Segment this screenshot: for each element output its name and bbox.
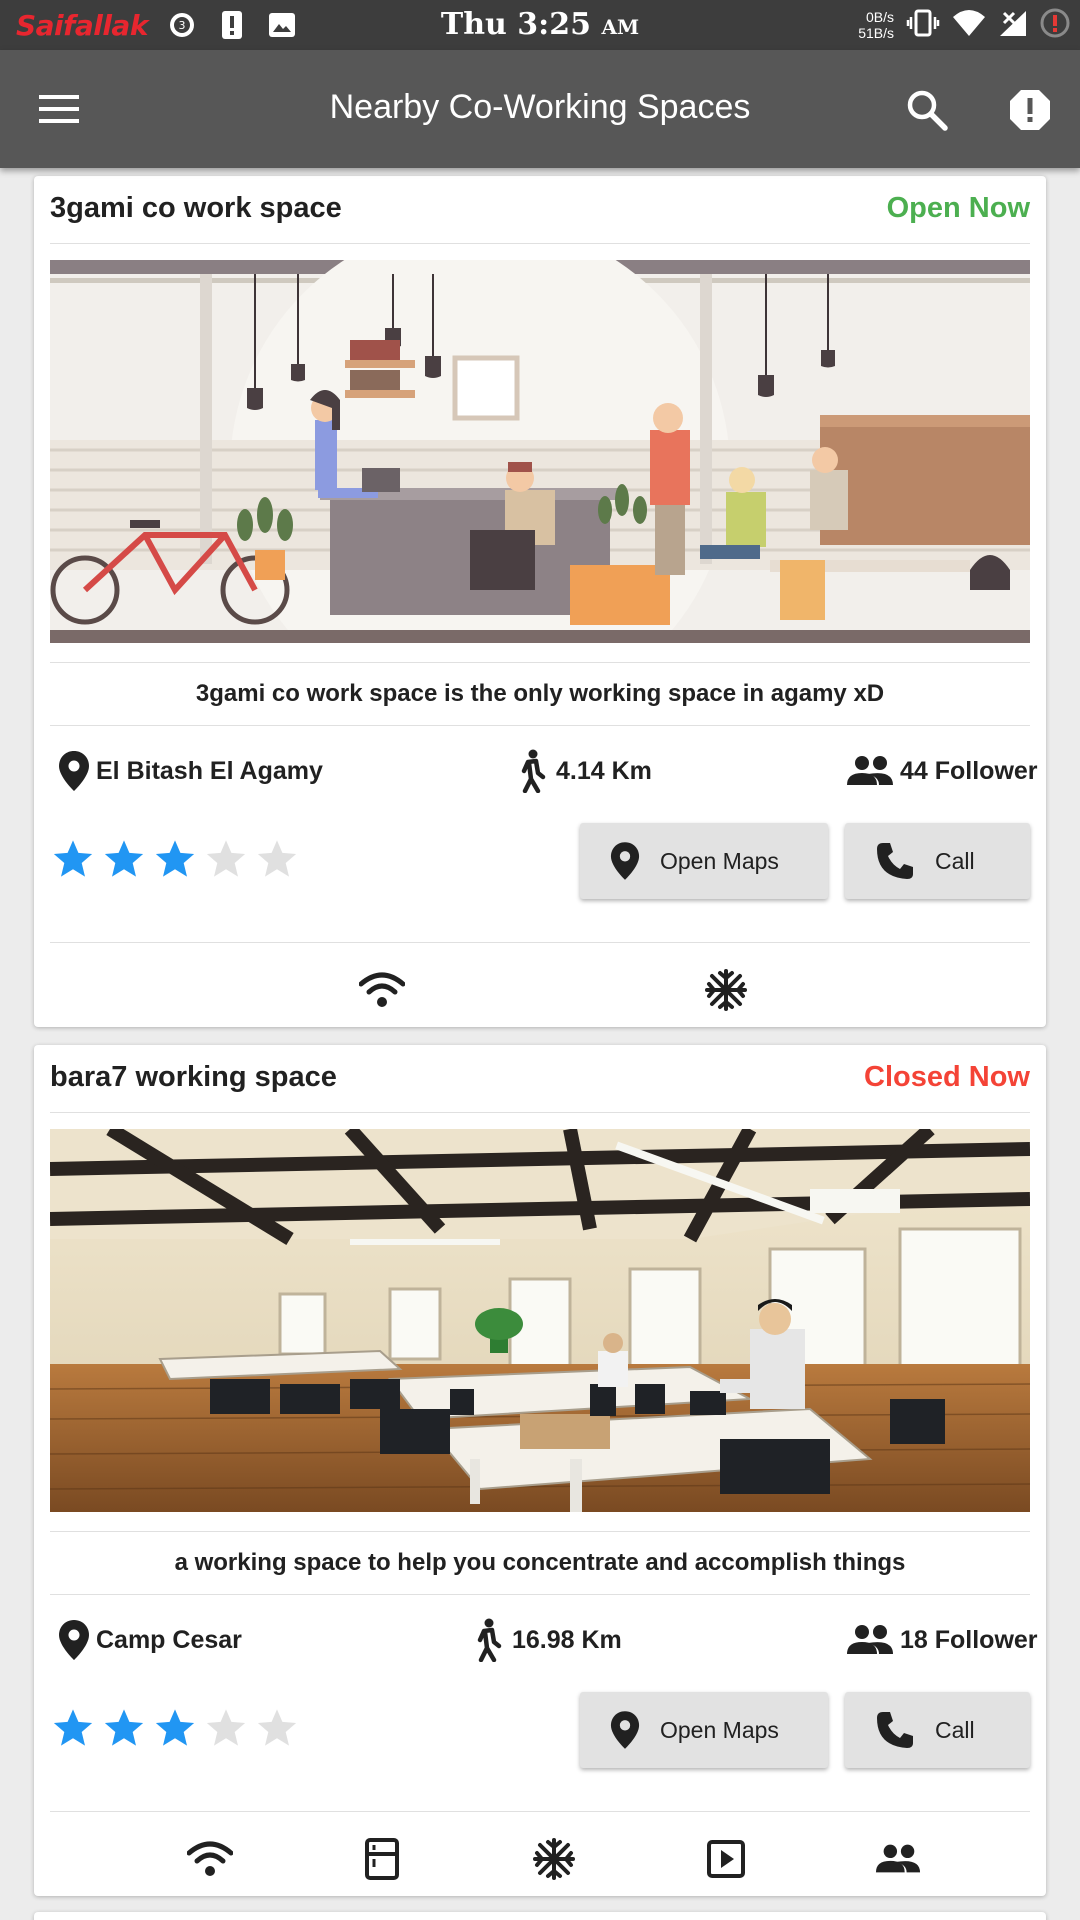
air-conditioning-icon [703, 967, 749, 1013]
amenities-row [50, 942, 1030, 1027]
location-text: El Bitash El Agamy [96, 756, 323, 785]
network-speed: 0B/s 51B/s [858, 9, 894, 41]
air-conditioning-icon [531, 1836, 577, 1882]
distance-text: 16.98 Km [512, 1625, 622, 1654]
chat-notification-icon: 3 [166, 9, 198, 41]
search-icon[interactable] [905, 88, 949, 132]
walking-icon [477, 1618, 502, 1662]
followers-text: 18 Follower [900, 1625, 1038, 1654]
wifi-icon [359, 967, 405, 1013]
star-empty-icon [257, 1709, 297, 1746]
space-card[interactable]: bara7 working space Closed Now a working… [34, 1045, 1046, 1896]
location-pin-icon [59, 751, 89, 791]
image-notification-icon [266, 9, 298, 41]
followers-icon [847, 756, 893, 785]
star-filled-icon [53, 840, 93, 877]
battery-alert-icon [1040, 8, 1070, 43]
call-button[interactable]: Call [845, 823, 1030, 899]
call-label: Call [935, 1716, 975, 1743]
space-image [50, 1129, 1030, 1512]
notif-count: 3 [178, 19, 185, 32]
space-card[interactable]: 3gami co work space Open Now 3gami co wo… [34, 176, 1046, 1027]
call-label: Call [935, 847, 975, 874]
followers-info: 18 Follower [846, 1615, 1038, 1665]
distance-text: 4.14 Km [556, 756, 652, 785]
open-maps-button[interactable]: Open Maps [580, 1692, 828, 1768]
cell-signal-icon [998, 9, 1028, 42]
space-name: 3gami co work space [50, 192, 342, 224]
space-description: 3gami co work space is the only working … [195, 680, 885, 707]
star-filled-icon [104, 1709, 144, 1746]
status-bar: Saifallak 3 Thu 3:25 AM 0B/s 51B/s [0, 0, 1080, 50]
wifi-signal-icon [952, 9, 986, 42]
status-brand: Saifallak [16, 8, 148, 42]
distance-info: 4.14 Km [514, 746, 652, 796]
alert-notification-icon [216, 9, 248, 41]
fridge-icon [359, 1836, 405, 1882]
followers-icon [847, 1625, 893, 1654]
phone-icon [877, 1712, 913, 1748]
star-filled-icon [155, 840, 195, 877]
star-filled-icon [104, 840, 144, 877]
map-pin-icon [610, 1711, 640, 1749]
location-pin-icon [59, 1620, 89, 1660]
open-status: Open Now [886, 192, 1030, 224]
vibrate-icon [906, 8, 940, 43]
phone-icon [877, 843, 913, 879]
open-maps-button[interactable]: Open Maps [580, 823, 828, 899]
alert-icon[interactable] [1008, 88, 1052, 132]
open-maps-label: Open Maps [660, 847, 779, 874]
followers-info: 44 Follower [846, 746, 1038, 796]
star-filled-icon [155, 1709, 195, 1746]
wifi-icon [187, 1836, 233, 1882]
space-card[interactable] [34, 1912, 1046, 1920]
followers-text: 44 Follower [900, 756, 1038, 785]
open-maps-label: Open Maps [660, 1716, 779, 1743]
closed-status: Closed Now [864, 1061, 1030, 1093]
location-info: Camp Cesar [58, 1615, 242, 1665]
location-text: Camp Cesar [96, 1625, 242, 1654]
space-image [50, 260, 1030, 643]
space-name: bara7 working space [50, 1061, 337, 1093]
distance-info: 16.98 Km [470, 1615, 622, 1665]
space-description: a working space to help you concentrate … [174, 1549, 906, 1576]
star-empty-icon [206, 840, 246, 877]
rating-stars [52, 1708, 298, 1748]
amenities-row [50, 1811, 1030, 1896]
star-filled-icon [53, 1709, 93, 1746]
app-bar: Nearby Co-Working Spaces [0, 50, 1080, 168]
walking-icon [521, 749, 546, 793]
star-empty-icon [206, 1709, 246, 1746]
star-empty-icon [257, 840, 297, 877]
location-info: El Bitash El Agamy [58, 746, 323, 796]
menu-icon[interactable] [38, 88, 80, 130]
call-button[interactable]: Call [845, 1692, 1030, 1768]
map-pin-icon [610, 842, 640, 880]
meeting-room-icon [875, 1836, 921, 1882]
rating-stars [52, 839, 298, 879]
projector-icon [703, 1836, 749, 1882]
